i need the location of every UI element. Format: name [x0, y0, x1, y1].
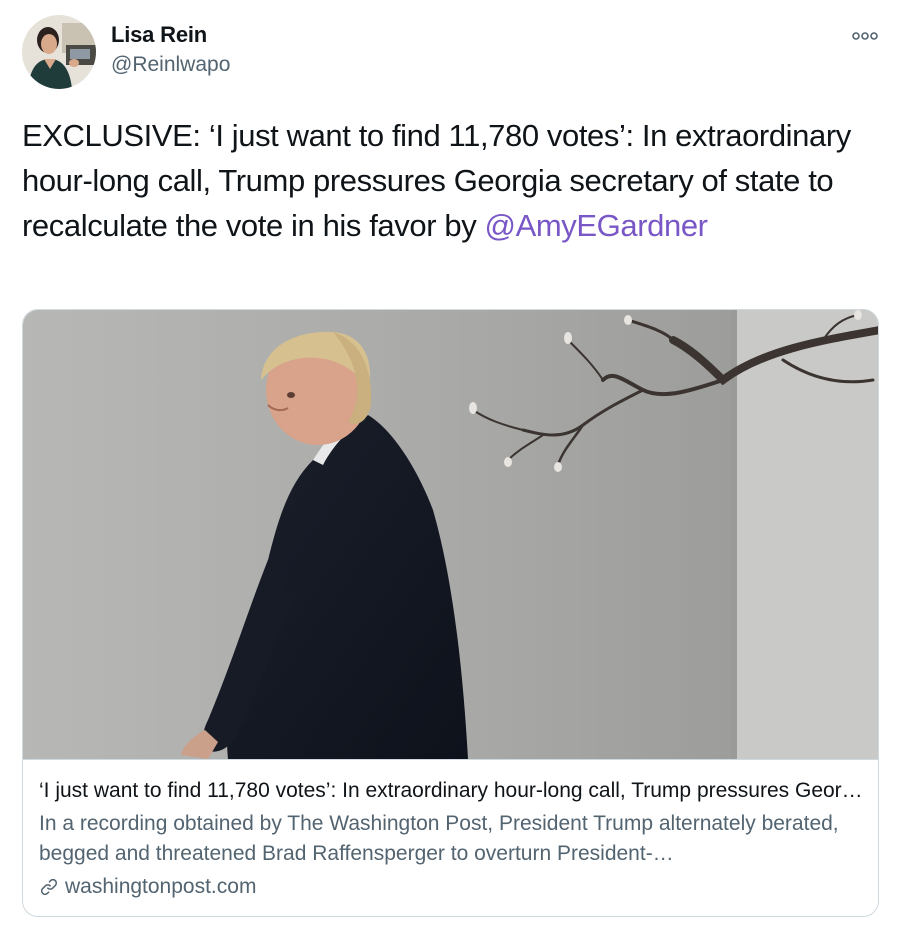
link-card[interactable]: ‘I just want to find 11,780 votes’: In e…: [22, 309, 879, 917]
card-image: [23, 310, 878, 759]
mention-link[interactable]: @AmyEGardner: [485, 208, 708, 243]
author-handle[interactable]: @Reinlwapo: [111, 53, 230, 77]
card-description: In a recording obtained by The Washingto…: [39, 812, 839, 865]
card-text: ‘I just want to find 11,780 votes’: In e…: [39, 776, 864, 902]
author-avatar[interactable]: [22, 15, 96, 89]
avatar-photo: [22, 15, 96, 89]
card-divider: [23, 759, 878, 760]
link-icon: [40, 878, 58, 896]
card-domain: washingtonpost.com: [39, 872, 864, 902]
tweet-text: EXCLUSIVE: ‘I just want to find 11,780 v…: [22, 113, 872, 248]
card-domain-text: washingtonpost.com: [65, 875, 257, 898]
author-name[interactable]: Lisa Rein: [111, 22, 207, 48]
more-horizontal-icon: [852, 32, 878, 40]
card-title: ‘I just want to find 11,780 votes’: In e…: [39, 779, 864, 802]
more-options-button[interactable]: [850, 24, 880, 48]
tweet-body: EXCLUSIVE: ‘I just want to find 11,780 v…: [22, 118, 851, 243]
